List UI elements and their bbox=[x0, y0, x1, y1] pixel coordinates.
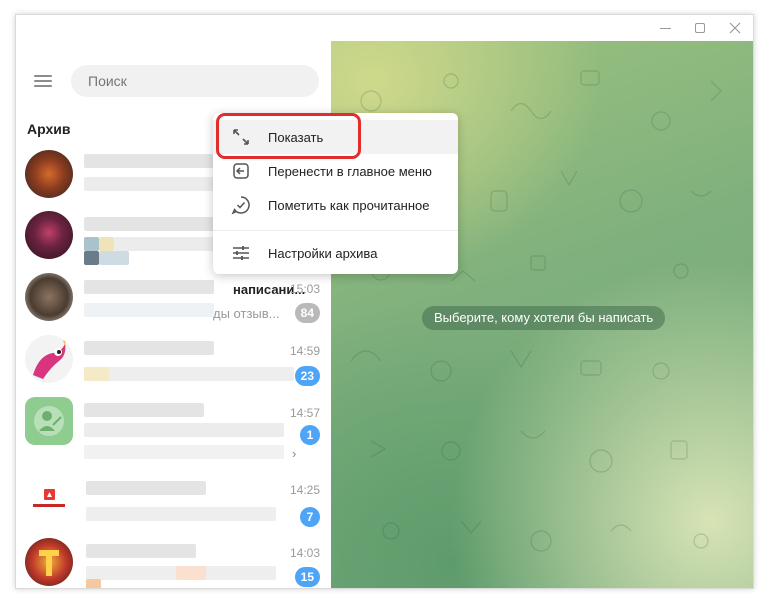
menu-item-archive-settings[interactable]: Настройки архива bbox=[213, 236, 458, 270]
chat-time: 14:03 bbox=[289, 546, 320, 560]
chat-time: 14:57 bbox=[289, 406, 320, 420]
avatar bbox=[25, 538, 73, 586]
menu-item-label: Пометить как прочитанное bbox=[268, 197, 430, 213]
unread-badge: 84 bbox=[294, 303, 320, 323]
avatar bbox=[25, 150, 73, 198]
archive-title: Архив bbox=[27, 121, 71, 137]
avatar bbox=[25, 479, 73, 527]
check-circle-icon bbox=[231, 196, 250, 215]
highlight-annotation bbox=[216, 113, 361, 159]
move-to-main-icon bbox=[233, 163, 249, 179]
close-button[interactable] bbox=[720, 15, 750, 41]
menu-divider bbox=[213, 230, 458, 231]
menu-item-move-to-main[interactable]: Перенести в главное меню bbox=[213, 154, 458, 188]
minimize-icon bbox=[659, 27, 671, 29]
chat-item[interactable]: написани... 15:03 ды отзыв... 84 bbox=[16, 267, 331, 329]
chat-item[interactable]: 14:57 1 › bbox=[16, 391, 331, 461]
search-input[interactable] bbox=[71, 65, 319, 97]
chevron-right-icon: › bbox=[292, 446, 297, 461]
title-bar bbox=[16, 15, 753, 41]
chat-item[interactable]: 14:59 23 bbox=[16, 329, 331, 391]
avatar bbox=[25, 211, 73, 259]
maximize-button[interactable] bbox=[685, 15, 715, 41]
chat-time: 14:59 bbox=[289, 344, 320, 358]
avatar bbox=[25, 273, 73, 321]
empty-state-message: Выберите, кому хотели бы написать bbox=[422, 306, 666, 330]
unread-badge: 23 bbox=[294, 366, 320, 386]
maximize-icon bbox=[695, 23, 705, 33]
menu-item-mark-read[interactable]: Пометить как прочитанное bbox=[213, 188, 458, 222]
close-icon bbox=[729, 22, 741, 34]
avatar bbox=[25, 335, 73, 383]
telegram-window: Архив написани... 15:03 ды отзыв... 84 bbox=[15, 14, 754, 589]
unread-badge: 1 bbox=[300, 425, 320, 445]
unread-badge: 7 bbox=[300, 507, 320, 527]
menu-item-label: Настройки архива bbox=[268, 245, 378, 261]
chat-message-fragment: ды отзыв... bbox=[213, 306, 280, 321]
menu-icon[interactable] bbox=[34, 75, 52, 87]
minimize-button[interactable] bbox=[650, 15, 680, 41]
chat-time: 14:25 bbox=[289, 483, 320, 497]
chat-item[interactable]: 14:03 15 bbox=[16, 532, 331, 588]
unread-badge: 15 bbox=[294, 567, 320, 587]
chat-time: 15:03 bbox=[289, 282, 320, 296]
menu-item-label: Перенести в главное меню bbox=[268, 163, 432, 179]
sliders-icon bbox=[233, 246, 249, 260]
chat-item[interactable]: 14:25 7 bbox=[16, 473, 331, 535]
avatar bbox=[25, 397, 73, 445]
